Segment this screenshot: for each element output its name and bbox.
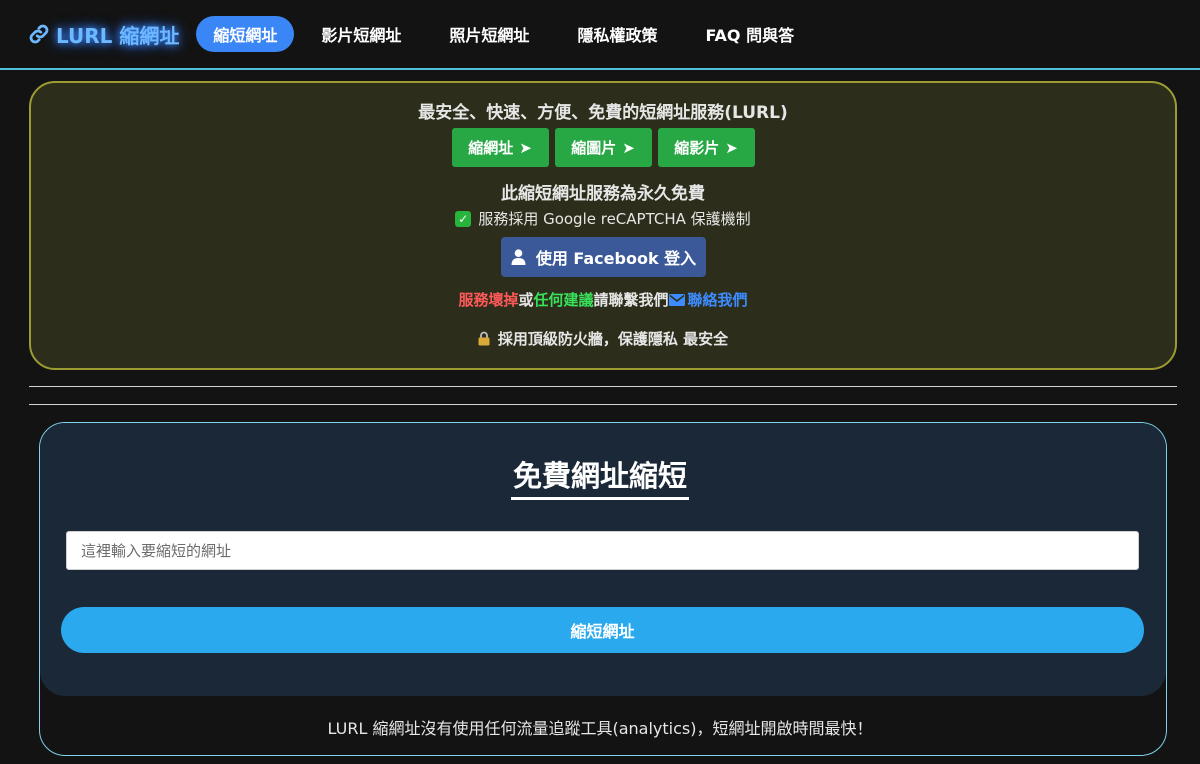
recaptcha-text: 服務採用 Google reCAPTCHA 保護機制 (478, 210, 751, 228)
contact-please-text: 請聯繫我們 (593, 291, 669, 309)
shortener-title: 免費網址縮短 (510, 458, 689, 500)
envelope-icon (668, 293, 685, 306)
contact-us-label: 聯絡我們 (687, 291, 748, 309)
nav-faq[interactable]: FAQ 問與答 (684, 16, 815, 52)
link-icon (29, 24, 49, 44)
nav-photo-short-url[interactable]: 照片短網址 (428, 16, 550, 52)
nav-shorten-url[interactable]: 縮短網址 (196, 16, 295, 52)
arrow-right-icon: ➤ (725, 138, 738, 157)
main-nav: 縮短網址 影片短網址 照片短網址 隱私權政策 FAQ 問與答 (196, 16, 821, 52)
recaptcha-notice: ✓ 服務採用 Google reCAPTCHA 保護機制 (31, 208, 1175, 229)
facebook-login-button[interactable]: 使用 Facebook 登入 (501, 237, 706, 277)
shorten-url-button[interactable]: 縮網址 ➤ (451, 128, 549, 167)
contact-us-link[interactable]: 聯絡我們 (668, 289, 748, 310)
shorten-image-button-label: 縮圖片 (571, 139, 617, 157)
contact-suggest-text: 任何建議 (533, 291, 594, 309)
shorten-submit-button[interactable]: 縮短網址 (61, 607, 1144, 653)
contact-broken-text: 服務壞掉 (458, 291, 519, 309)
security-text: 採用頂級防火牆，保護隱私 最安全 (497, 330, 729, 348)
arrow-right-icon: ➤ (519, 138, 532, 157)
free-service-text: 此縮短網址服務為永久免費 (501, 184, 705, 204)
nav-video-short-url[interactable]: 影片短網址 (300, 16, 422, 52)
security-notice: 採用頂級防火牆，保護隱私 最安全 (31, 328, 1175, 349)
shorten-video-button-label: 縮影片 (674, 139, 720, 157)
check-mark-icon: ✓ (455, 210, 472, 227)
user-icon (511, 249, 526, 265)
nav-privacy-policy[interactable]: 隱私權政策 (556, 16, 678, 52)
brand-name: LURL 縮網址 (56, 23, 180, 48)
shorten-image-button[interactable]: 縮圖片 ➤ (554, 128, 652, 167)
lock-icon (478, 331, 490, 346)
brand-logo[interactable]: LURL 縮網址 (28, 20, 179, 49)
info-headline: 最安全、快速、方便、免費的短網址服務(LURL) (418, 103, 788, 123)
footer-note: LURL 縮網址沒有使用任何流量追蹤工具(analytics)，短網址開啟時間最… (327, 719, 873, 738)
shorten-video-button[interactable]: 縮影片 ➤ (657, 128, 755, 167)
top-navbar: LURL 縮網址 縮短網址 影片短網址 照片短網址 隱私權政策 FAQ 問與答 (0, 0, 1200, 70)
divider (29, 404, 1177, 405)
shorten-url-button-label: 縮網址 (468, 139, 514, 157)
url-input[interactable] (66, 531, 1139, 570)
contact-line: 服務壞掉 或 任何建議 請聯繫我們 聯絡我們 (31, 289, 1175, 310)
shortener-title-wrap: 免費網址縮短 (0, 458, 1200, 500)
contact-or-text: 或 (518, 291, 534, 309)
arrow-right-icon: ➤ (622, 138, 635, 157)
info-panel: 最安全、快速、方便、免費的短網址服務(LURL) 縮網址 ➤ 縮圖片 ➤ 縮影片… (29, 81, 1177, 370)
service-buttons: 縮網址 ➤ 縮圖片 ➤ 縮影片 ➤ (31, 128, 1175, 167)
divider (29, 386, 1177, 387)
facebook-login-label: 使用 Facebook 登入 (535, 249, 697, 268)
